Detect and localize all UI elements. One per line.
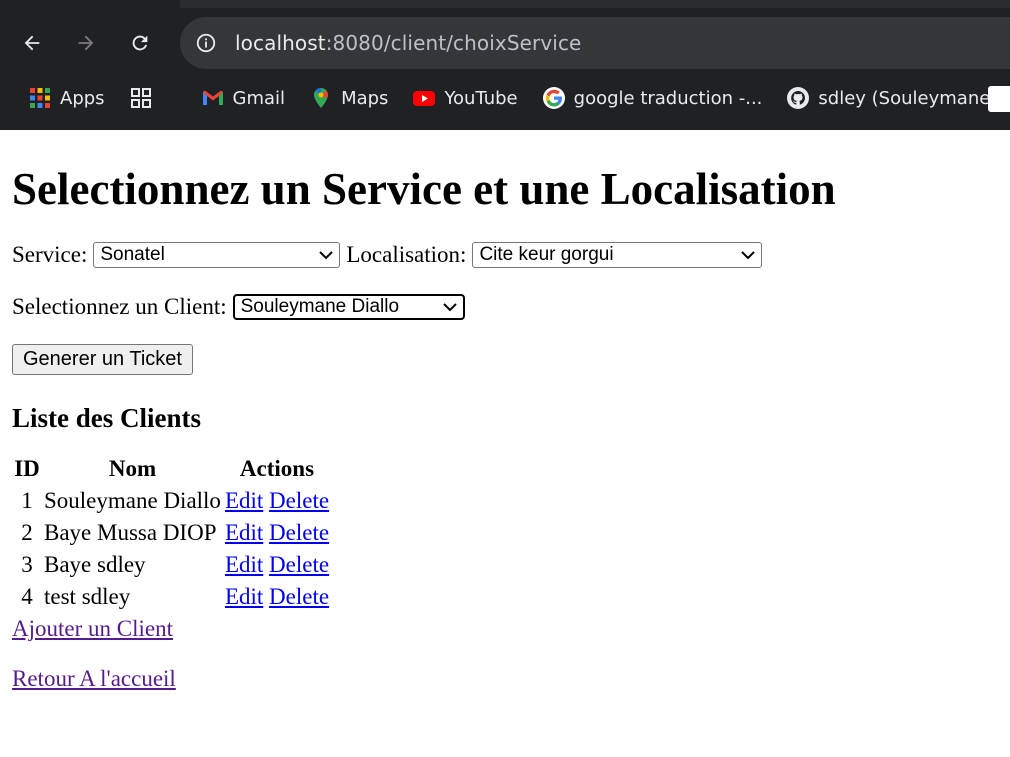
localisation-select-value: Cite keur gorgui: [479, 243, 614, 265]
chevron-down-icon: [319, 251, 334, 260]
url-text[interactable]: localhost:8080/client/choixService: [235, 31, 581, 55]
generate-ticket-button[interactable]: Generer un Ticket: [12, 343, 193, 375]
delete-link[interactable]: Delete: [269, 520, 329, 545]
client-list-title: Liste des Clients: [12, 402, 201, 433]
bookmark-github-sdley[interactable]: sdley (Souleymane...: [786, 86, 1007, 110]
edit-link[interactable]: Edit: [225, 488, 263, 513]
tab-groups-icon: [130, 88, 151, 108]
column-header-actions: Actions: [239, 455, 315, 481]
browser-toolbar: localhost:8080/client/choixService: [0, 16, 1010, 70]
google-icon: [542, 87, 565, 109]
browser-chrome: localhost:8080/client/choixService Apps …: [0, 0, 1010, 130]
tab-strip: [180, 0, 1010, 8]
column-header-nom: Nom: [108, 455, 157, 481]
client-row: Selectionnez un Client: Souleymane Diall…: [12, 293, 998, 320]
page-content: Selectionnez un Service et une Localisat…: [0, 164, 1010, 692]
home-link[interactable]: Retour A l'accueil: [12, 666, 998, 692]
localisation-select[interactable]: Cite keur gorgui: [472, 241, 763, 268]
apps-grid-icon: [30, 88, 50, 108]
forward-arrow-icon: [78, 35, 94, 51]
bookmark-tab-groups[interactable]: [129, 86, 161, 110]
service-localisation-row: Service: Sonatel Localisation: Cite keur…: [12, 241, 998, 268]
delete-link[interactable]: Delete: [269, 552, 329, 577]
client-select[interactable]: Souleymane Diallo: [232, 293, 465, 320]
localisation-label: Localisation:: [346, 241, 467, 267]
client-id: 2: [21, 519, 33, 545]
gmail-icon: [202, 90, 223, 105]
client-name: Baye Mussa DIOP: [44, 519, 217, 545]
client-id: 3: [21, 551, 33, 577]
table-row: 4 test sdley Edit Delete: [14, 582, 329, 612]
client-name: Souleymane Diallo: [44, 487, 221, 513]
client-actions: Edit Delete: [225, 550, 329, 580]
client-id: 4: [21, 583, 33, 609]
client-label: Selectionnez un Client:: [12, 293, 227, 319]
address-bar[interactable]: localhost:8080/client/choixService: [180, 17, 1010, 69]
bookmark-apps[interactable]: Apps: [28, 86, 105, 110]
edit-link[interactable]: Edit: [225, 520, 263, 545]
delete-link[interactable]: Delete: [269, 488, 329, 513]
table-row: 1 Souleymane Diallo Edit Delete: [14, 486, 329, 516]
bookmark-overflow-partial[interactable]: [988, 86, 1010, 112]
client-actions: Edit Delete: [225, 486, 329, 516]
table-header-row: ID Nom Actions: [14, 454, 329, 484]
bookmark-gmail[interactable]: Gmail: [201, 86, 285, 110]
bookmarks-bar: Apps Gmail Maps YouTube google traductio…: [0, 78, 1010, 118]
table-row: 2 Baye Mussa DIOP Edit Delete: [14, 518, 329, 548]
client-name: Baye sdley: [44, 551, 146, 577]
github-icon: [787, 87, 810, 109]
column-header-id: ID: [14, 455, 40, 481]
youtube-icon: [413, 91, 436, 106]
service-select[interactable]: Sonatel: [93, 241, 341, 268]
page-title: Selectionnez un Service et une Localisat…: [12, 164, 836, 214]
bookmark-google-traduction[interactable]: google traduction -...: [542, 86, 762, 110]
service-label: Service:: [12, 241, 88, 267]
client-select-value: Souleymane Diallo: [240, 295, 400, 317]
chevron-down-icon: [442, 303, 457, 312]
forward-button[interactable]: [70, 27, 102, 59]
service-select-value: Sonatel: [100, 243, 165, 265]
reload-icon: [132, 35, 148, 51]
back-arrow-icon: [24, 35, 40, 51]
maps-icon: [314, 88, 329, 108]
clients-table: ID Nom Actions 1 Souleymane Diallo Edit …: [10, 452, 333, 614]
add-client-link[interactable]: Ajouter un Client: [12, 616, 998, 642]
table-row: 3 Baye sdley Edit Delete: [14, 550, 329, 580]
client-actions: Edit Delete: [225, 582, 329, 612]
bookmark-maps[interactable]: Maps: [309, 86, 388, 110]
client-name: test sdley: [44, 583, 131, 609]
bookmark-youtube[interactable]: YouTube: [412, 86, 518, 110]
edit-link[interactable]: Edit: [225, 552, 263, 577]
client-actions: Edit Delete: [225, 518, 329, 548]
delete-link[interactable]: Delete: [269, 584, 329, 609]
back-button[interactable]: [16, 27, 48, 59]
reload-button[interactable]: [124, 27, 156, 59]
site-info-icon[interactable]: [195, 32, 217, 54]
edit-link[interactable]: Edit: [225, 584, 263, 609]
chevron-down-icon: [741, 251, 756, 260]
client-id: 1: [21, 487, 33, 513]
